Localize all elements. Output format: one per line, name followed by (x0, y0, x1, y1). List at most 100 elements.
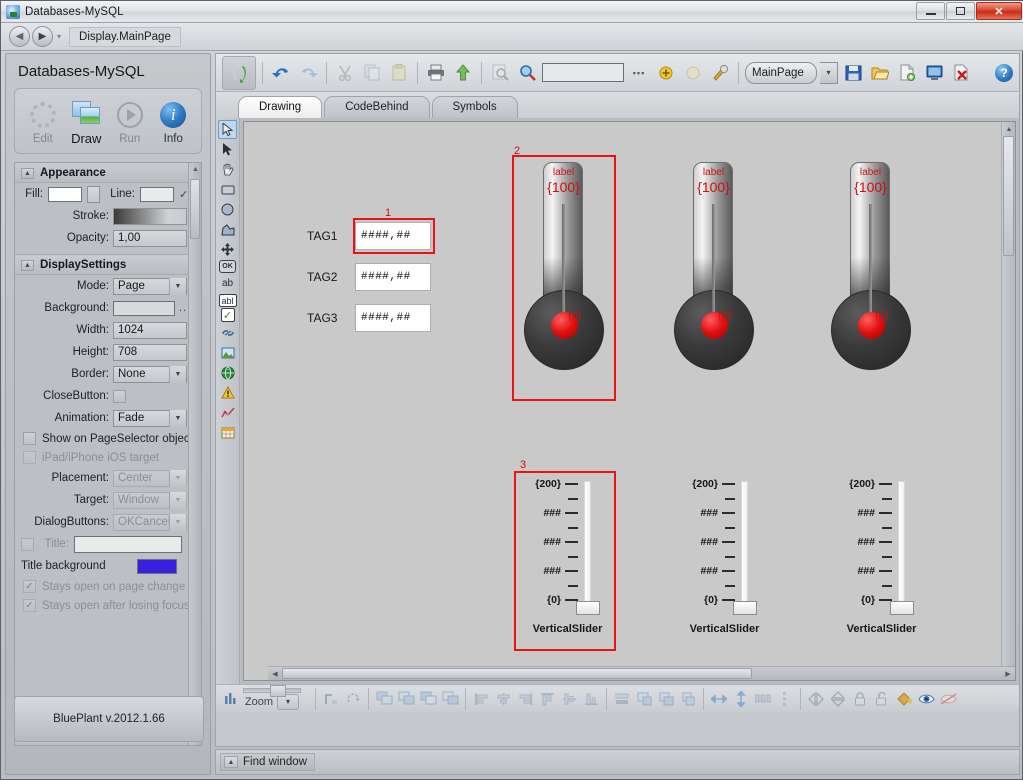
polygon-tool[interactable] (218, 220, 237, 239)
tag1-field[interactable]: ####,## (355, 222, 431, 250)
help-button[interactable]: ? (995, 63, 1013, 82)
thermometer-2[interactable]: label {100} {0} (666, 162, 761, 377)
chevron-down-icon[interactable]: ▼ (169, 365, 186, 383)
title-background-swatch[interactable] (137, 558, 177, 574)
zoom-bars-icon[interactable] (221, 689, 241, 709)
vertical-scrollbar-thumb[interactable] (1003, 136, 1014, 256)
height-input[interactable]: 708 (113, 343, 187, 361)
slider-1-track[interactable] (584, 481, 591, 611)
chevron-down-icon[interactable]: ▼ (169, 469, 186, 487)
page-selector[interactable]: MainPage (745, 61, 817, 84)
cut-button[interactable] (333, 61, 357, 85)
upload-button[interactable] (451, 61, 475, 85)
hide-icon[interactable] (938, 689, 958, 709)
spacing-icon[interactable] (753, 689, 773, 709)
copy-button[interactable] (360, 61, 384, 85)
rotate-icon[interactable] (343, 689, 363, 709)
slider-2-track[interactable] (741, 481, 748, 611)
text-label-tool[interactable]: ab (218, 274, 237, 293)
close-button[interactable]: ✕ (976, 2, 1022, 20)
scroll-left-icon[interactable]: ◀ (268, 667, 282, 681)
history-dropdown-caret-icon[interactable]: ▾ (57, 32, 61, 41)
search-options-button[interactable]: ▪▪▪ (627, 61, 651, 85)
save-button[interactable] (841, 61, 865, 85)
scroll-up-icon[interactable]: ▲ (1002, 122, 1015, 136)
show-pageselector-row[interactable]: Show on PageSelector object (15, 429, 201, 448)
canvas-vertical-scrollbar[interactable]: ▲ (1001, 122, 1015, 680)
scroll-up-icon[interactable]: ▲ (189, 163, 201, 176)
build-button[interactable] (708, 61, 732, 85)
group-icon[interactable] (374, 689, 394, 709)
expand-icon[interactable]: ▲ (224, 756, 238, 768)
breadcrumb[interactable]: Display.MainPage (69, 26, 181, 47)
slider-1-knob[interactable] (576, 601, 600, 615)
properties-scrollbar[interactable]: ▲ ▼ (188, 163, 201, 745)
stays-open-losing-focus-checkbox[interactable] (23, 599, 36, 612)
animation-dropdown[interactable]: Fade ▼ (113, 409, 187, 427)
page-selector-chevron-down-icon[interactable]: ▾ (820, 61, 838, 84)
align-bottom-icon[interactable] (581, 689, 601, 709)
info-command-button[interactable]: i Info (152, 98, 196, 145)
scroll-right-icon[interactable]: ▶ (1001, 667, 1015, 681)
find-button[interactable] (488, 61, 512, 85)
same-height-icon[interactable] (634, 689, 654, 709)
add-tag-button[interactable] (654, 61, 678, 85)
flip-v-icon[interactable] (828, 689, 848, 709)
chevron-down-icon[interactable]: ▼ (169, 491, 186, 509)
fill-gradient-swatch[interactable] (87, 185, 100, 203)
alarm-tool[interactable] (218, 383, 237, 402)
show-pageselector-checkbox[interactable] (23, 432, 36, 445)
background-color-swatch[interactable] (113, 300, 175, 316)
flip-h-icon[interactable] (806, 689, 826, 709)
opacity-input[interactable]: 1,00 (113, 229, 187, 247)
chevron-down-icon[interactable]: ▼ (169, 409, 186, 427)
preview-eye-icon[interactable] (916, 689, 936, 709)
same-size-icon[interactable] (656, 689, 676, 709)
mode-dropdown[interactable]: Page ▼ (113, 277, 187, 295)
back-button[interactable]: ◀ (9, 26, 30, 47)
chevron-down-icon[interactable]: ▼ (169, 277, 186, 295)
undo-button[interactable] (269, 61, 293, 85)
display-button[interactable] (922, 61, 946, 85)
button-tool[interactable]: OK (219, 260, 236, 273)
snap-grid-icon[interactable] (321, 689, 341, 709)
stays-open-page-change-checkbox[interactable] (23, 580, 36, 593)
ellipse-tool[interactable] (218, 200, 237, 219)
minimize-button[interactable] (916, 2, 945, 20)
target-dropdown[interactable]: Window ▼ (113, 491, 187, 509)
chevron-down-icon[interactable]: ▼ (169, 513, 186, 531)
zoom-slider[interactable] (243, 684, 301, 697)
vertical-slider-2[interactable]: {200} ### ### ### {0} VerticalSlider (679, 477, 769, 642)
same-width-icon[interactable] (612, 689, 632, 709)
fill-color-swatch[interactable] (48, 186, 82, 202)
canvas-horizontal-scrollbar[interactable]: ◀ ▶ (268, 666, 1015, 680)
thermometer-1[interactable]: label {100} {0} (516, 162, 611, 377)
scrollbar-thumb[interactable] (190, 179, 200, 239)
title-input[interactable] (74, 535, 182, 553)
title-checkbox[interactable] (21, 537, 34, 551)
textbox-tool[interactable]: abl (218, 294, 237, 307)
select-arrow-tool[interactable] (218, 120, 237, 139)
stays-open-page-change-row[interactable]: Stays open on page change (15, 577, 201, 596)
collapse-icon[interactable]: ▲ (21, 259, 34, 271)
link-tool[interactable] (218, 323, 237, 342)
dialogbuttons-dropdown[interactable]: OKCancel ▼ (113, 513, 187, 531)
resize-v-icon[interactable] (731, 689, 751, 709)
edit-command-button[interactable]: Edit (21, 98, 65, 145)
find-window-button[interactable]: ▲ Find window (220, 753, 315, 771)
line-color-swatch[interactable] (140, 186, 174, 202)
slider-3-knob[interactable] (890, 601, 914, 615)
globe-browser-tool[interactable] (218, 363, 237, 382)
checkbox-tool[interactable]: ✓ (220, 308, 235, 322)
border-dropdown[interactable]: None ▼ (113, 365, 187, 383)
stays-open-losing-focus-row[interactable]: Stays open after losing focus (15, 596, 201, 615)
remove-tag-button[interactable] (681, 61, 705, 85)
duplicate-icon[interactable] (678, 689, 698, 709)
lock-icon[interactable] (850, 689, 870, 709)
vertical-slider-1[interactable]: {200} ### ### ### {0} VerticalSlider (522, 477, 612, 642)
width-input[interactable]: 1024 (113, 321, 187, 339)
pan-hand-tool[interactable] (218, 160, 237, 179)
unlock-icon[interactable] (872, 689, 892, 709)
align-right-icon[interactable] (515, 689, 535, 709)
bring-front-icon[interactable] (418, 689, 438, 709)
